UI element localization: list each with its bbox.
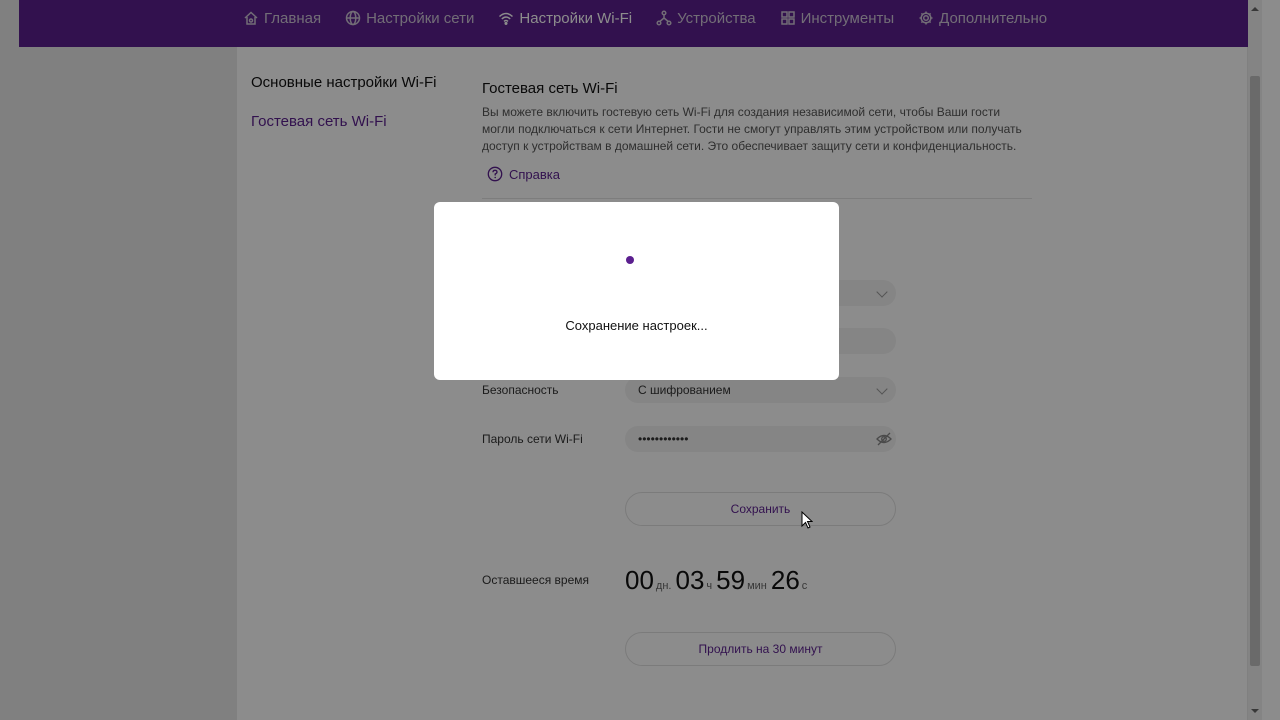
- saving-dialog: Сохранение настроек...: [434, 202, 839, 380]
- mouse-cursor-icon: [801, 511, 813, 529]
- saving-message: Сохранение настроек...: [565, 318, 708, 333]
- loading-spinner-icon: [626, 256, 634, 264]
